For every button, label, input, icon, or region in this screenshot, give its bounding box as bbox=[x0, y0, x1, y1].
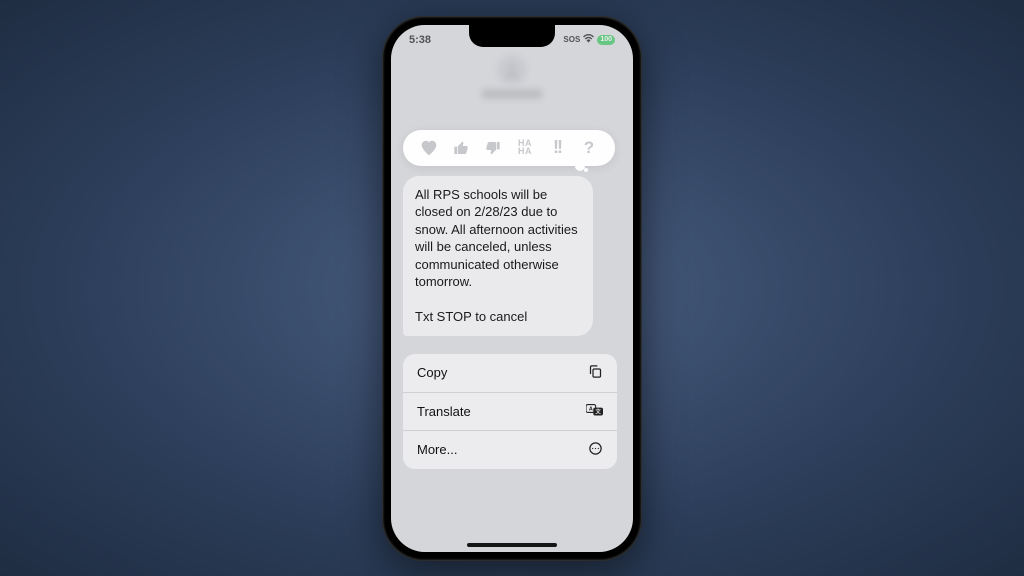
copy-button[interactable]: Copy bbox=[403, 354, 617, 393]
more-label: More... bbox=[417, 442, 457, 457]
context-menu-content: HA HA !! ? All RPS schools will be close… bbox=[403, 130, 621, 469]
notch bbox=[469, 25, 555, 47]
action-menu: Copy Translate A文 More... bbox=[403, 354, 617, 469]
phone-frame: 5:38 SOS 100 bbox=[382, 16, 642, 561]
translate-label: Translate bbox=[417, 404, 471, 419]
translate-button[interactable]: Translate A文 bbox=[403, 393, 617, 431]
thumbs-up-icon[interactable] bbox=[449, 140, 473, 156]
tapback-bar: HA HA !! ? bbox=[403, 130, 615, 166]
screen: 5:38 SOS 100 bbox=[391, 25, 633, 552]
haha-icon[interactable]: HA HA bbox=[513, 140, 537, 154]
question-icon[interactable]: ? bbox=[577, 138, 601, 158]
svg-text:A: A bbox=[589, 406, 593, 412]
home-indicator[interactable] bbox=[467, 543, 557, 547]
more-icon bbox=[588, 441, 603, 459]
thumbs-down-icon[interactable] bbox=[481, 140, 505, 156]
translate-icon: A文 bbox=[586, 403, 603, 420]
heart-icon[interactable] bbox=[417, 140, 441, 156]
copy-label: Copy bbox=[417, 365, 447, 380]
copy-icon bbox=[588, 364, 603, 382]
message-bubble[interactable]: All RPS schools will be closed on 2/28/2… bbox=[403, 176, 593, 336]
exclaim-icon[interactable]: !! bbox=[545, 137, 569, 158]
more-button[interactable]: More... bbox=[403, 431, 617, 469]
